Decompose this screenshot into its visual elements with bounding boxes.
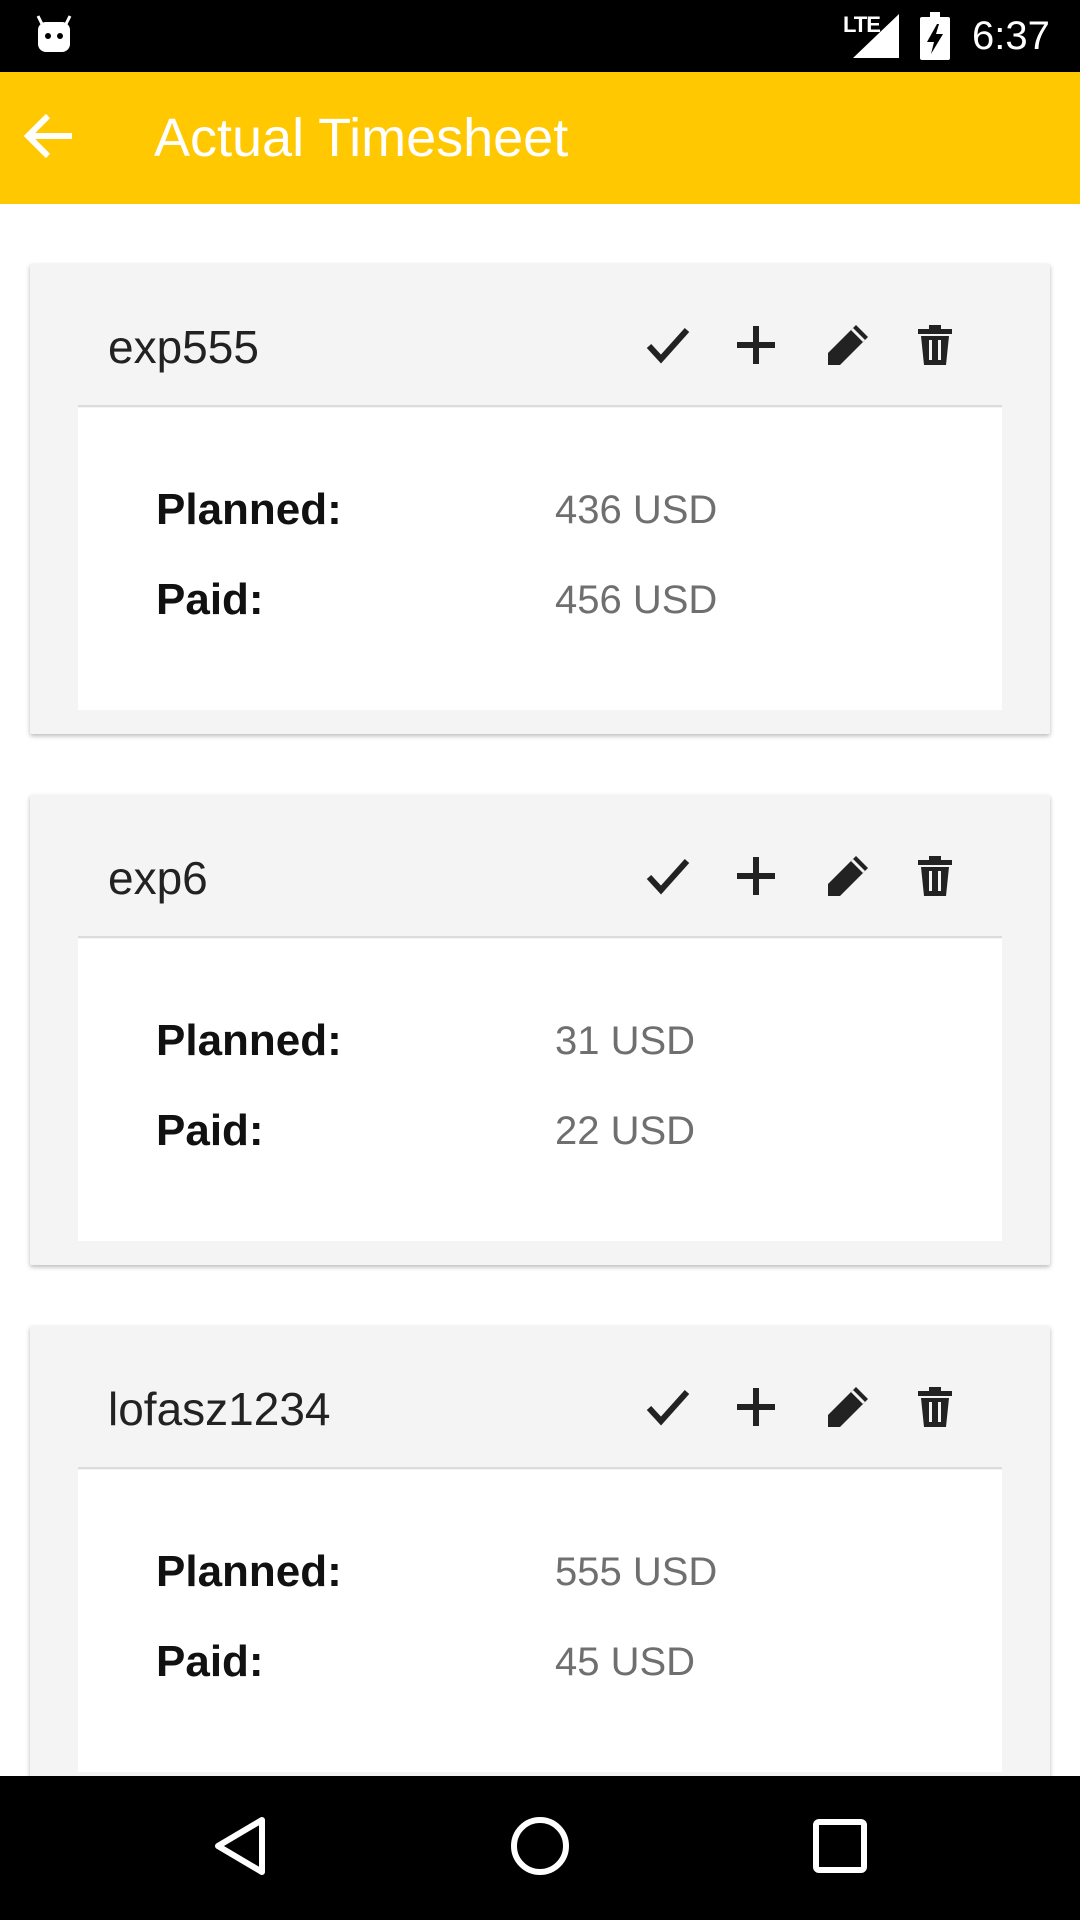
nav-home-button[interactable] bbox=[490, 1798, 590, 1898]
pencil-icon bbox=[826, 323, 870, 372]
recents-square-icon bbox=[812, 1818, 868, 1879]
edit-button[interactable] bbox=[810, 304, 886, 390]
plus-icon bbox=[736, 325, 776, 370]
paid-value: 456 USD bbox=[555, 578, 718, 622]
card-body: Planned: 31 USD Paid: 22 USD bbox=[78, 939, 1002, 1241]
check-icon bbox=[646, 326, 690, 369]
card-title: exp555 bbox=[108, 321, 259, 373]
approve-button[interactable] bbox=[630, 1366, 706, 1452]
battery-charging-icon bbox=[920, 12, 950, 60]
trash-icon bbox=[918, 1386, 952, 1432]
pencil-icon bbox=[826, 1385, 870, 1434]
paid-value: 45 USD bbox=[555, 1640, 696, 1684]
navigation-bar bbox=[0, 1776, 1080, 1920]
expense-card: exp6 Planned: 31 USD Paid: 22 USD bbox=[30, 795, 1050, 1265]
paid-label: Paid: bbox=[156, 1637, 264, 1686]
approve-button[interactable] bbox=[630, 835, 706, 921]
planned-label: Planned: bbox=[156, 1547, 342, 1596]
delete-button[interactable] bbox=[897, 835, 973, 921]
card-title: lofasz1234 bbox=[108, 1383, 331, 1435]
planned-value: 436 USD bbox=[555, 488, 718, 532]
planned-value: 555 USD bbox=[555, 1550, 718, 1594]
divider bbox=[78, 405, 1002, 407]
plus-icon bbox=[736, 1387, 776, 1432]
pencil-icon bbox=[826, 854, 870, 903]
add-button[interactable] bbox=[718, 835, 794, 921]
nav-recents-button[interactable] bbox=[790, 1798, 890, 1898]
signal-icon bbox=[853, 14, 899, 58]
trash-icon bbox=[918, 324, 952, 370]
card-header: exp6 bbox=[30, 795, 1050, 935]
android-notification-icon bbox=[36, 14, 72, 54]
home-circle-icon bbox=[510, 1816, 570, 1881]
check-icon bbox=[646, 1388, 690, 1431]
card-body: Planned: 436 USD Paid: 456 USD bbox=[78, 408, 1002, 710]
divider bbox=[78, 1467, 1002, 1469]
planned-label: Planned: bbox=[156, 485, 342, 534]
paid-label: Paid: bbox=[156, 1106, 264, 1155]
card-header: exp555 bbox=[30, 264, 1050, 404]
expense-card: lofasz1234 Planned: 555 USD Paid: 45 USD bbox=[30, 1326, 1050, 1796]
edit-button[interactable] bbox=[810, 835, 886, 921]
back-triangle-icon bbox=[212, 1816, 268, 1881]
add-button[interactable] bbox=[718, 304, 794, 390]
arrow-back-icon bbox=[23, 110, 76, 167]
delete-button[interactable] bbox=[897, 304, 973, 390]
page-title: Actual Timesheet bbox=[154, 108, 569, 168]
approve-button[interactable] bbox=[630, 304, 706, 390]
card-body: Planned: 555 USD Paid: 45 USD bbox=[78, 1470, 1002, 1772]
paid-label: Paid: bbox=[156, 575, 264, 624]
divider bbox=[78, 936, 1002, 938]
plus-icon bbox=[736, 856, 776, 901]
planned-label: Planned: bbox=[156, 1016, 342, 1065]
add-button[interactable] bbox=[718, 1366, 794, 1452]
paid-value: 22 USD bbox=[555, 1109, 696, 1153]
expense-card: exp555 Planned: 436 USD Paid: 456 USD bbox=[30, 264, 1050, 734]
back-button[interactable] bbox=[14, 102, 86, 174]
edit-button[interactable] bbox=[810, 1366, 886, 1452]
nav-back-button[interactable] bbox=[190, 1798, 290, 1898]
check-icon bbox=[646, 857, 690, 900]
app-bar: Actual Timesheet bbox=[0, 72, 1080, 204]
status-bar: LTE 6:37 bbox=[0, 0, 1080, 72]
trash-icon bbox=[918, 855, 952, 901]
planned-value: 31 USD bbox=[555, 1019, 696, 1063]
card-title: exp6 bbox=[108, 852, 208, 904]
delete-button[interactable] bbox=[897, 1366, 973, 1452]
card-header: lofasz1234 bbox=[30, 1326, 1050, 1466]
status-time: 6:37 bbox=[972, 14, 1050, 58]
